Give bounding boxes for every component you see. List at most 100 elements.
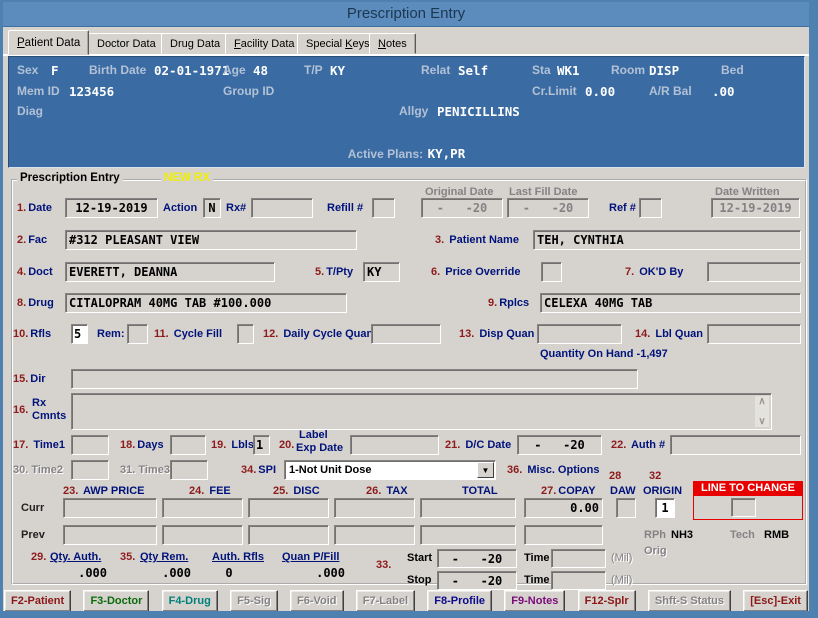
tab-notes[interactable]: Notes [369,33,416,54]
rfls-input[interactable] [71,324,88,344]
tab-patient-data[interactable]: Patient Data [8,30,89,55]
start-mil-label: (Mil) [611,552,632,564]
days-input[interactable] [170,435,206,455]
stop-date-input[interactable] [437,571,517,590]
scroll-up-icon[interactable]: ∧ [758,396,765,407]
curr-tax-input[interactable] [334,498,415,518]
curr-label: Curr [21,502,44,514]
drug-input[interactable] [65,293,347,313]
original-date-input[interactable] [421,198,503,218]
tab-facility-data[interactable]: Facility Data [225,33,304,54]
f4-drug-button[interactable]: F4-Drug [162,590,218,612]
action-input[interactable] [203,198,221,218]
line-to-change-input[interactable] [731,498,756,517]
lbl-quan-input[interactable] [707,324,801,344]
date-input[interactable] [65,198,158,218]
stop-mil-label: (Mil) [611,574,632,586]
active-plans-label: Active Plans: [348,147,423,161]
disc-header: 25. DISC [273,485,320,497]
prev-awp-input[interactable] [63,525,157,545]
auth-rfls-value: 0 [209,566,249,580]
okd-by-input[interactable] [707,262,801,282]
prev-copay-input[interactable] [524,525,603,545]
tech-value: RMB [764,529,789,541]
start-date-input[interactable] [437,549,517,568]
stop-time-input[interactable] [551,571,606,590]
sta-label: Sta [532,63,551,77]
prescription-entry-window: Prescription Entry Patient Data Doctor D… [0,0,818,618]
sex-label: Sex [17,63,38,77]
start-time-input[interactable] [551,549,606,568]
daily-cycle-quan-input[interactable] [371,324,441,344]
tab-drug-data[interactable]: Drug Data [161,33,229,54]
awp-price-header: 23. AWP PRICE [63,485,144,497]
doct-label: 4.Doct [17,266,53,278]
shft-s-status-button: Shft-S Status [648,590,731,612]
lbls-input[interactable] [253,435,270,455]
f2-patient-button[interactable]: F2-Patient [4,590,71,612]
rx-cmnts-scrollbar[interactable]: ∧ ∨ [755,396,769,427]
room-value: DISP [649,63,679,78]
cycle-fill-input[interactable] [237,324,254,344]
tpty-input[interactable] [363,262,400,282]
curr-fee-input[interactable] [162,498,243,518]
qty-auth-number: 29. [31,551,46,563]
curr-copay-input[interactable] [524,498,603,518]
date-written-input[interactable] [711,198,800,218]
esc-exit-button[interactable]: [Esc]-Exit [743,590,808,612]
spi-dropdown[interactable]: 1-Not Unit Dose ▼ [284,460,496,480]
tab-special-keys[interactable]: Special Keys [297,33,379,54]
misc-options-label: 36. Misc. Options [507,464,599,476]
time2-input[interactable] [71,460,109,480]
label-exp-line1: Label [299,429,328,441]
prev-disc-input[interactable] [248,525,329,545]
dir-input[interactable] [71,369,638,389]
rph-value: NH3 [671,529,693,541]
time3-input[interactable] [170,460,208,480]
daw-input[interactable] [616,498,636,518]
disp-quan-input[interactable] [537,324,622,344]
auth-number-label: 22. Auth # [611,439,665,451]
f9-notes-button[interactable]: F9-Notes [504,590,565,612]
rplcs-input[interactable] [540,293,801,313]
dropdown-arrow-icon[interactable]: ▼ [477,462,494,478]
rem-label: Rem: [97,328,125,340]
f3-doctor-button[interactable]: F3-Doctor [83,590,149,612]
prev-fee-input[interactable] [162,525,243,545]
prev-tax-input[interactable] [334,525,415,545]
f12-splr-button[interactable]: F12-Splr [578,590,636,612]
spi-label: 34.SPI [241,464,276,476]
sex-value: F [51,63,59,78]
auth-number-input[interactable] [670,435,801,455]
fac-input[interactable] [65,230,357,250]
curr-awp-input[interactable] [63,498,157,518]
curr-total-input[interactable] [420,498,516,518]
label-exp-date-input[interactable] [350,435,439,455]
curr-disc-input[interactable] [248,498,329,518]
qty-rem-number: 35. [120,551,135,563]
origin-input[interactable] [655,498,675,518]
mem-id-label: Mem ID [17,84,60,98]
prev-total-input[interactable] [420,525,516,545]
last-fill-date-input[interactable] [507,198,589,218]
rx-cmnts-textarea[interactable]: ∧ ∨ [71,393,772,430]
f8-profile-button[interactable]: F8-Profile [427,590,492,612]
doct-input[interactable] [65,262,275,282]
rph-label: RPh [644,529,666,541]
price-override-input[interactable] [541,262,562,282]
tab-doctor-data[interactable]: Doctor Data [88,33,165,54]
refill-input[interactable] [372,198,395,218]
drug-label: 8.Drug [17,297,54,309]
rfls-label: 10.Rfls [13,328,51,340]
ref-number-input[interactable] [639,198,662,218]
scroll-down-icon[interactable]: ∨ [758,416,765,427]
rx-number-input[interactable] [251,198,313,218]
time1-input[interactable] [71,435,109,455]
date-label: 1.Date [17,202,52,214]
patient-name-input[interactable] [533,230,801,250]
f7-label-button: F7-Label [356,590,415,612]
disp-quan-label: 13. Disp Quan [459,328,534,340]
rem-input[interactable] [127,324,148,344]
dc-date-input[interactable] [517,435,602,455]
tab-strip-baseline [3,54,809,56]
